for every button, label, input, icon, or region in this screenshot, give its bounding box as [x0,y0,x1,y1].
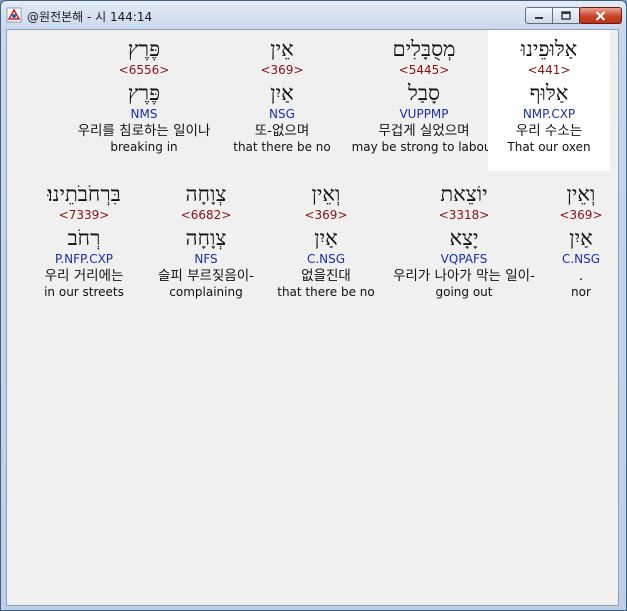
korean-gloss: 없을진대 [301,268,351,284]
strong-number[interactable]: <369> [551,208,611,222]
strong-number[interactable]: <5445> [349,63,499,77]
korean-gloss: 우리 거리에는 [44,268,124,284]
lemma-word: אַיִן [569,226,593,250]
hebrew-word: וְאֵין [311,182,341,206]
lemma-word: פֶּרֶץ [127,81,161,105]
strong-number[interactable]: <6682> [149,208,264,222]
hebrew-word: בִּרְחֹבֹתֵינוּ׃ [47,182,121,206]
strong-number[interactable]: <7339> [24,208,144,222]
word-cell[interactable]: וְאֵין <369> אַיִן C.NSG. nor [551,175,611,316]
word-cell[interactable]: אֵין <369> אַיִן NSG 또-없으며 that there be no [227,30,337,171]
english-gloss: in our streets [44,285,124,299]
korean-gloss: 우리 수소는 [515,123,583,139]
korean-gloss: 우리를 침로하는 일이나 [77,123,211,139]
lemma-word: אַיִן [314,226,338,250]
lemma-word: אַיִן [270,81,294,105]
title-bar[interactable]: @원전본해 - 시 144:14 [1,1,626,29]
korean-gloss: 무겁게 실었으며 [378,123,470,139]
english-gloss: That our oxen [507,140,591,154]
lemma-word: צְוָחָה [185,226,227,250]
word-cell[interactable]: מְסֻבָּלִים <5445> סָבַל VUPPMP 무겁게 실었으며 may … [349,30,499,171]
parse-code: C.NSG [306,252,346,266]
word-cell[interactable]: אַלּוּפֵינוּ <441> אַלּוּף NMP.CXP 우리 수소는 Tha… [488,30,610,171]
parse-code: NFS [194,252,218,266]
english-gloss: may be strong to labour [351,140,497,154]
app-window: @원전본해 - 시 144:14 פֶּרֶץ <6556> פֶּרֶץ NMS 우리… [0,0,627,611]
hebrew-word: צְוָחָה [185,182,227,206]
lemma-word: אַלּוּף [529,81,569,105]
hebrew-word: פֶּרֶץ [127,37,161,61]
interlinear-view: פֶּרֶץ <6556> פֶּרֶץ NMS 우리를 침로하는 일이나 breakin… [6,29,619,606]
strong-number[interactable]: <3318> [377,208,552,222]
parse-code: NMS [130,107,158,121]
word-cell[interactable]: יוֹצֵאת <3318> יָצָא VQPAFS 우리가 나아가 막는 일이-go… [377,175,552,316]
maximize-button[interactable] [552,7,580,24]
lemma-word: סָבַל [408,81,440,105]
hebrew-word: וְאֵין [566,182,596,206]
english-gloss: that there be no [233,140,331,154]
parse-code: VUPPMP [399,107,449,121]
strong-number[interactable]: <6556> [59,63,229,77]
hebrew-word: מְסֻבָּלִים [392,37,456,61]
app-logo-icon [6,7,22,23]
maximize-icon [561,11,571,20]
lemma-word: יָצָא [449,226,479,250]
parse-code: VQPAFS [440,252,488,266]
parse-code: NMP.CXP [522,107,576,121]
hebrew-word: יוֹצֵאת [440,182,488,206]
close-icon [595,10,606,21]
word-cell[interactable]: צְוָחָה <6682> צְוָחָה NFS 슬피 부르짖음이-complain… [149,175,264,316]
english-gloss: breaking in [110,140,178,154]
word-cell[interactable]: פֶּרֶץ <6556> פֶּרֶץ NMS 우리를 침로하는 일이나 breakin… [59,30,229,171]
minimize-button[interactable] [525,7,553,24]
parse-code: C.NSG [561,252,601,266]
parse-code: NSG [269,107,295,121]
strong-number[interactable]: <369> [227,63,337,77]
korean-gloss: 우리가 나아가 막는 일이- [393,268,535,284]
hebrew-word: אֵין [270,37,294,61]
hebrew-word: אַלּוּפֵינוּ [520,37,578,61]
word-cell[interactable]: וְאֵין <369> אַיִן C.NSG 없을진대 that there be n… [271,175,381,316]
window-title: @원전본해 - 시 144:14 [27,10,153,24]
english-gloss: going out [435,285,493,299]
word-cell[interactable]: בִּרְחֹבֹתֵינוּ׃ <7339> רְחֹב P.NFP.CXP 우리 거… [24,175,144,316]
english-gloss: that there be no [277,285,375,299]
korean-gloss: . [578,268,584,284]
parse-code: P.NFP.CXP [54,252,114,266]
strong-number[interactable]: <369> [271,208,381,222]
korean-gloss: 또-없으며 [254,123,310,139]
minimize-icon [535,16,543,19]
english-gloss: nor [571,285,591,299]
strong-number[interactable]: <441> [488,63,610,77]
lemma-word: רְחֹב [67,226,101,250]
close-button[interactable] [579,7,622,24]
korean-gloss: 슬피 부르짖음이- [157,268,255,284]
english-gloss: complaining [169,285,243,299]
